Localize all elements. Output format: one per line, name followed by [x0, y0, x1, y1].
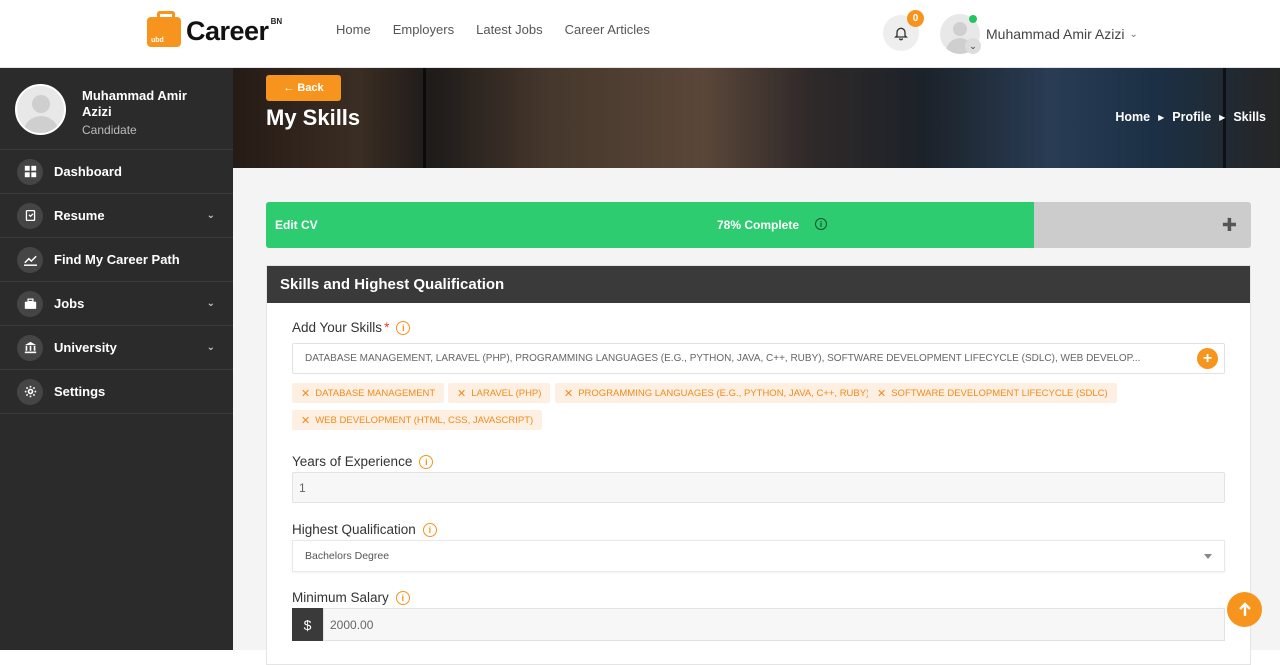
sidebar-item-career-path[interactable]: Find My Career Path [0, 238, 233, 282]
sidebar-item-label: Find My Career Path [54, 252, 180, 267]
skill-tag: ✕ PROGRAMMING LANGUAGES (E.G., PYTHON, JA… [555, 383, 879, 403]
user-name: Muhammad Amir Azizi [986, 26, 1125, 42]
main-nav: Home Employers Latest Jobs Career Articl… [336, 22, 650, 37]
sidebar-item-label: Resume [54, 208, 105, 223]
skills-input[interactable]: DATABASE MANAGEMENT, LARAVEL (PHP), PROG… [292, 343, 1225, 374]
chart-line-icon [17, 246, 43, 273]
progress-fill [266, 202, 1035, 248]
remove-tag-close-icon[interactable]: ✕ [457, 387, 466, 400]
info-icon[interactable]: i [419, 454, 434, 469]
sidebar-user-name: Muhammad Amir Azizi [82, 88, 187, 119]
skill-tag: ✕ DATABASE MANAGEMENT [292, 383, 445, 403]
career-logo[interactable]: ubd Career BN [147, 10, 283, 47]
card-title: Skills and Highest Qualification [267, 266, 1250, 303]
salary-label: Minimum Salary i [292, 590, 410, 605]
logo-superscript: BN [270, 17, 283, 26]
skill-tag: ✕ LARAVEL (PHP) [448, 383, 551, 403]
skill-tag: ✕ SOFTWARE DEVELOPMENT LIFECYCLE (SDLC) [868, 383, 1117, 403]
chevron-down-icon: ⌄ [206, 298, 215, 309]
sidebar-item-label: Settings [54, 384, 106, 399]
university-icon [17, 334, 43, 361]
chevron-down-icon: ⌄ [1129, 28, 1138, 40]
sidebar-item-dashboard[interactable]: Dashboard [0, 150, 233, 194]
nav-employers-link[interactable]: Employers [393, 22, 454, 37]
remove-tag-close-icon[interactable]: ✕ [564, 387, 573, 400]
experience-input[interactable]: 1 [292, 472, 1225, 503]
add-skill-plus-icon[interactable]: + [1197, 348, 1218, 369]
qualification-select[interactable]: Bachelors Degree [292, 540, 1225, 572]
arrow-up-icon [1238, 601, 1251, 616]
caret-right-icon: ▶ [1158, 112, 1165, 122]
nav-latest-jobs-link[interactable]: Latest Jobs [476, 22, 543, 37]
sidebar-user-role: Candidate [82, 123, 137, 137]
main-content: Edit CV 78% Complete i ✚ Skills and High… [233, 168, 1280, 665]
info-icon[interactable]: i [396, 320, 411, 335]
salary-field: $ 2000.00 [292, 608, 1225, 641]
salary-value: 2000.00 [330, 617, 374, 632]
breadcrumb-profile[interactable]: Profile [1172, 110, 1211, 124]
experience-value: 1 [299, 480, 306, 495]
nav-career-articles-link[interactable]: Career Articles [565, 22, 650, 37]
sidebar-item-university[interactable]: University ⌄ [0, 326, 233, 370]
skill-tag: ✕ WEB DEVELOPMENT (HTML, CSS, JAVASCRIPT) [292, 410, 543, 430]
qualification-label: Highest Qualification i [292, 522, 437, 537]
briefcase-logo-icon: ubd [147, 10, 181, 47]
sidebar-item-label: Dashboard [54, 164, 122, 179]
gear-icon [17, 378, 43, 405]
bell-icon [894, 27, 908, 41]
caret-down-icon [1204, 554, 1212, 559]
qualification-value: Bachelors Degree [305, 550, 390, 562]
remove-tag-close-icon[interactable]: ✕ [301, 387, 310, 400]
online-status-icon [969, 15, 977, 23]
avatar [15, 84, 66, 135]
back-button[interactable]: ← Back [266, 75, 341, 101]
skills-input-value: DATABASE MANAGEMENT, LARAVEL (PHP), PROG… [305, 353, 1141, 364]
skills-label: Add Your Skills * i [292, 320, 411, 335]
page-title: My Skills [266, 105, 361, 130]
progress-percent-text: 78% Complete [717, 218, 800, 232]
sidebar-item-label: University [54, 340, 117, 355]
top-navbar: ubd Career BN Home Employers Latest Jobs… [0, 0, 1280, 68]
sidebar-item-label: Jobs [54, 296, 85, 311]
info-icon[interactable]: i [815, 218, 827, 230]
sidebar-item-resume[interactable]: Resume ⌄ [0, 194, 233, 238]
breadcrumb-home[interactable]: Home [1115, 110, 1150, 124]
info-icon[interactable]: i [395, 590, 410, 605]
expand-plus-icon[interactable]: ✚ [1222, 215, 1237, 236]
remove-tag-close-icon[interactable]: ✕ [877, 387, 886, 400]
skills-qualification-card: Skills and Highest Qualification Add You… [266, 265, 1251, 665]
notification-count-badge: 0 [907, 10, 924, 27]
sidebar: Muhammad Amir Azizi Candidate Dashboard … [0, 68, 233, 650]
avatar-chevron-icon[interactable]: ⌄ [965, 38, 981, 54]
currency-prefix: $ [292, 608, 323, 641]
nav-home-link[interactable]: Home [336, 22, 371, 37]
remove-tag-close-icon[interactable]: ✕ [301, 414, 310, 427]
notifications-button[interactable]: 0 [883, 10, 924, 51]
dashboard-icon [17, 158, 43, 185]
scroll-to-top-button[interactable] [1227, 592, 1262, 627]
chevron-down-icon: ⌄ [206, 342, 215, 353]
chevron-down-icon: ⌄ [206, 210, 215, 221]
logo-text: Career [186, 16, 269, 46]
breadcrumb-skills: Skills [1233, 110, 1266, 124]
briefcase-icon [17, 290, 43, 317]
resume-icon [17, 202, 43, 229]
progress-label: Edit CV [275, 218, 318, 232]
sidebar-item-settings[interactable]: Settings [0, 370, 233, 414]
caret-right-icon: ▶ [1219, 112, 1226, 122]
sidebar-profile: Muhammad Amir Azizi Candidate [0, 68, 233, 150]
salary-input[interactable]: 2000.00 [323, 608, 1225, 641]
cv-progress-bar[interactable]: Edit CV 78% Complete i ✚ [266, 202, 1251, 248]
experience-label: Years of Experience i [292, 454, 434, 469]
hero-photo-divider [423, 68, 426, 168]
info-icon[interactable]: i [422, 522, 437, 537]
page-hero-banner: ← Back My Skills Home ▶ Profile ▶ Skills [233, 68, 1280, 168]
breadcrumb: Home ▶ Profile ▶ Skills [1115, 110, 1266, 124]
sidebar-item-jobs[interactable]: Jobs ⌄ [0, 282, 233, 326]
